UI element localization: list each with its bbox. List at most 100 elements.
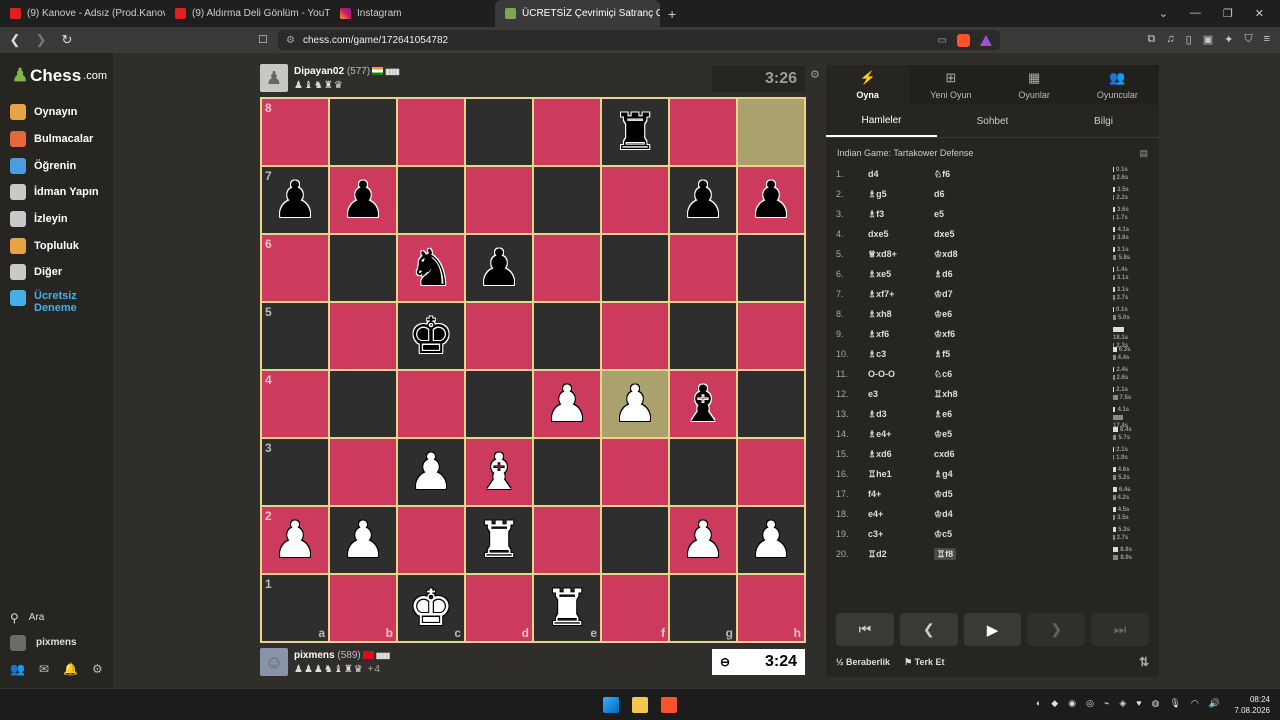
white-move[interactable]: ♖he1 [868,469,934,480]
square-a7[interactable]: 7 ♟ [261,166,329,234]
square-e5[interactable] [533,302,601,370]
square-e8[interactable] [533,98,601,166]
square-c6[interactable]: ♞ [397,234,465,302]
wallet-icon[interactable]: ▣ [1203,33,1213,46]
menu-icon[interactable]: ≡ [1264,33,1270,46]
close-window-icon[interactable]: ✕ [1255,7,1264,20]
white-move[interactable]: ♗g5 [868,189,934,200]
subtab[interactable]: Sohbet [937,105,1048,137]
black-pawn-piece[interactable]: ♟ [477,243,522,293]
square-f4[interactable]: ♟ [601,370,669,438]
settings-icon[interactable]: ⚙ [92,662,103,676]
reload-icon[interactable]: ↻ [56,32,78,48]
square-d3[interactable]: ♝ [465,438,533,506]
square-h3[interactable] [737,438,805,506]
opponent-name[interactable]: Dipayan02 [294,66,344,77]
black-move[interactable]: ♔xd8 [934,249,1000,260]
black-move[interactable]: ♗g4 [934,469,1000,480]
square-b3[interactable] [329,438,397,506]
square-e6[interactable] [533,234,601,302]
flip-board-icon[interactable]: ⇅ [1139,655,1149,669]
tray-icon[interactable]: ⌁ [1104,698,1109,709]
square-a5[interactable]: 5 [261,302,329,370]
square-a6[interactable]: 6 [261,234,329,302]
white-move[interactable]: dxe5 [868,229,934,239]
white-king-piece[interactable]: ♚ [409,583,454,633]
square-h8[interactable] [737,98,805,166]
first-move-button[interactable]: ⏮ [836,613,894,646]
url-field[interactable]: ⚙ chess.com/game/172641054782 ▭ [278,30,1000,50]
black-pawn-piece[interactable]: ♟ [273,175,318,225]
white-move[interactable]: ♗xf6 [868,329,934,340]
black-move[interactable]: ♔c5 [934,529,1000,540]
square-f7[interactable] [601,166,669,234]
square-h6[interactable] [737,234,805,302]
square-e2[interactable] [533,506,601,574]
square-d1[interactable]: d [465,574,533,642]
square-b2[interactable]: ♟ [329,506,397,574]
subtab[interactable]: Hamleler [826,105,937,137]
white-bishop-piece[interactable]: ♝ [477,447,522,497]
browser-tab[interactable]: (9) Kanove - Adsız (Prod.Kanove) - Yo [0,0,165,27]
clipboard-icon[interactable]: ▤ [1139,148,1148,159]
square-d7[interactable] [465,166,533,234]
mic-icon[interactable]: 🎙 [1169,698,1180,709]
wifi-icon[interactable]: ◠ [1191,698,1199,709]
sidebar-icon[interactable]: ▯ [1186,33,1192,46]
square-b1[interactable]: b [329,574,397,642]
new-tab-button[interactable]: + [660,6,684,22]
square-g7[interactable]: ♟ [669,166,737,234]
sidebar-item-learn[interactable]: Öğrenin [10,152,110,179]
black-move[interactable]: ♗d6 [934,269,1000,280]
white-move[interactable]: ♗xf7+ [868,289,934,300]
square-f6[interactable] [601,234,669,302]
minimize-icon[interactable]: — [1190,7,1201,20]
square-d2[interactable]: ♜ [465,506,533,574]
mail-icon[interactable]: ✉ [39,662,49,676]
tab-players[interactable]: 👥 Oyuncular [1076,65,1159,105]
white-pawn-piece[interactable]: ♟ [545,379,590,429]
black-move[interactable]: e5 [934,209,1000,219]
square-a1[interactable]: 1a [261,574,329,642]
square-b6[interactable] [329,234,397,302]
square-b5[interactable] [329,302,397,370]
cast-icon[interactable]: ▭ [938,35,947,46]
browser-tab[interactable]: (9) Aldırma Deli Gönlüm - YouTub [165,0,330,27]
square-c4[interactable] [397,370,465,438]
square-a3[interactable]: 3 [261,438,329,506]
brave-shields-icon[interactable] [957,33,970,47]
square-a8[interactable]: 8 [261,98,329,166]
black-bishop-piece[interactable]: ♝ [681,379,726,429]
vpn-icon[interactable]: ⛉ [1244,33,1252,46]
white-move[interactable]: d4 [868,169,934,179]
square-g6[interactable] [669,234,737,302]
subtab[interactable]: Bilgi [1048,105,1159,137]
square-h7[interactable]: ♟ [737,166,805,234]
square-c1[interactable]: c ♚ [397,574,465,642]
square-e4[interactable]: ♟ [533,370,601,438]
square-d5[interactable] [465,302,533,370]
black-move[interactable]: ♖xh8 [934,389,1000,400]
black-rook-piece[interactable]: ♜ [613,107,658,157]
browser-tab[interactable]: Instagram [330,0,495,27]
square-g2[interactable]: ♟ [669,506,737,574]
white-rook-piece[interactable]: ♜ [545,583,590,633]
white-move[interactable]: O-O-O [868,369,934,379]
square-e7[interactable] [533,166,601,234]
white-move[interactable]: ♗e4+ [868,429,934,440]
tray-icon[interactable]: ◉ [1068,698,1076,709]
square-a4[interactable]: 4 [261,370,329,438]
tab-plus[interactable]: ⊞ Yeni Oyun [909,65,992,105]
square-f8[interactable]: ♜ [601,98,669,166]
draw-button[interactable]: ½ Beraberlik [836,657,890,667]
black-move[interactable]: dxe5 [934,229,1000,239]
black-knight-piece[interactable]: ♞ [409,243,454,293]
back-icon[interactable]: ❮ [4,32,26,48]
square-e3[interactable] [533,438,601,506]
file-explorer-icon[interactable] [632,697,648,713]
sidebar-item-train[interactable]: İdman Yapın [10,179,110,206]
opponent-avatar[interactable]: ♟ [260,64,288,92]
black-pawn-piece[interactable]: ♟ [341,175,386,225]
black-move[interactable]: ♗f5 [934,349,1000,360]
sidebar-item-free-trial[interactable]: Ücretsiz Deneme [10,289,110,314]
